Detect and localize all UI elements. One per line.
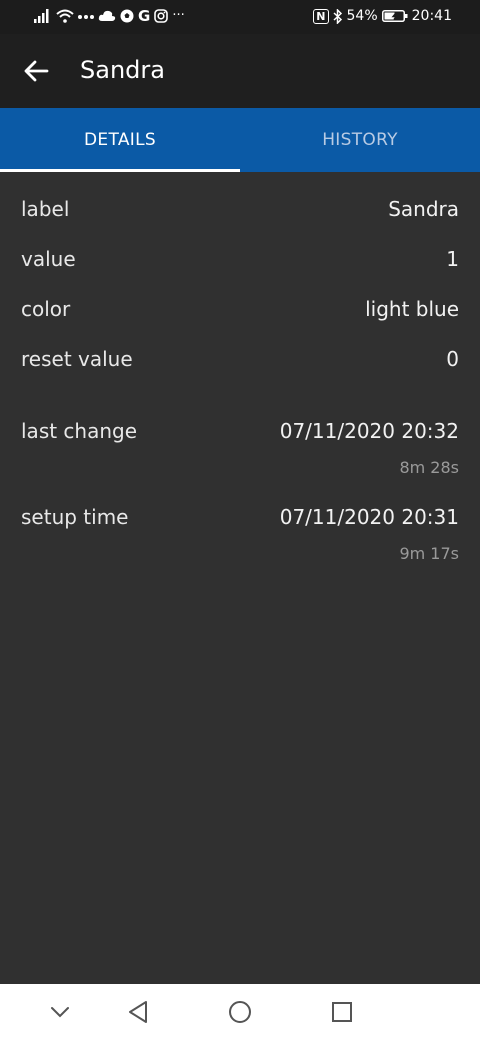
wifi-icon xyxy=(56,9,74,23)
signal-icon xyxy=(34,9,49,23)
detail-key: reset value xyxy=(21,347,133,371)
setup-time-elapsed: 9m 17s xyxy=(399,544,459,563)
detail-row-value: value 1 xyxy=(21,244,459,274)
detail-key: value xyxy=(21,247,76,271)
detail-row-setup-time: setup time 07/11/2020 20:31 xyxy=(21,502,459,532)
status-bar: G ··· N 54% 20:41 xyxy=(0,0,480,34)
tab-bar: DETAILS HISTORY xyxy=(0,108,480,172)
detail-value: 1 xyxy=(446,247,459,271)
more-icon: ··· xyxy=(172,8,185,23)
detail-key: label xyxy=(21,197,70,221)
dots-icon xyxy=(78,15,94,19)
clock: 20:41 xyxy=(411,8,452,24)
detail-key: color xyxy=(21,297,71,321)
instagram-icon xyxy=(154,9,169,23)
last-change-elapsed: 8m 28s xyxy=(399,458,459,477)
detail-value: 07/11/2020 20:31 xyxy=(279,505,459,529)
tab-history[interactable]: HISTORY xyxy=(240,108,480,172)
nav-back-button[interactable] xyxy=(118,992,158,1032)
soccer-icon xyxy=(120,9,134,23)
tab-indicator xyxy=(0,169,240,172)
nav-home-button[interactable] xyxy=(220,992,260,1032)
battery-percent: 54% xyxy=(346,8,378,24)
cloud-icon xyxy=(98,10,116,21)
app-bar: Sandra xyxy=(0,34,480,108)
tab-history-label: HISTORY xyxy=(322,130,398,150)
detail-row-reset-value: reset value 0 xyxy=(21,344,459,374)
circle-home-icon xyxy=(229,1001,251,1023)
page-title: Sandra xyxy=(80,56,165,84)
detail-row-last-change: last change 07/11/2020 20:32 xyxy=(21,416,459,446)
battery-icon xyxy=(381,10,408,22)
tab-details-label: DETAILS xyxy=(84,130,156,150)
detail-key: setup time xyxy=(21,505,129,529)
system-nav-bar xyxy=(0,984,480,1040)
nav-collapse-button[interactable] xyxy=(40,992,80,1032)
detail-value: light blue xyxy=(365,297,459,321)
status-bar-right: N 54% 20:41 xyxy=(313,8,452,24)
detail-value: Sandra xyxy=(388,197,459,221)
nav-recents-button[interactable] xyxy=(322,992,362,1032)
status-bar-left: G ··· xyxy=(34,8,185,24)
chevron-down-icon xyxy=(51,1007,69,1018)
bluetooth-icon xyxy=(333,8,342,24)
detail-value: 07/11/2020 20:32 xyxy=(279,419,459,443)
detail-row-label: label Sandra xyxy=(21,194,459,224)
nfc-icon: N xyxy=(313,8,329,24)
detail-row-color: color light blue xyxy=(21,294,459,324)
back-button[interactable] xyxy=(14,49,58,93)
tab-details[interactable]: DETAILS xyxy=(0,108,240,172)
detail-key: last change xyxy=(21,419,138,443)
google-icon: G xyxy=(138,7,151,25)
detail-value: 0 xyxy=(446,347,459,371)
triangle-back-icon xyxy=(129,1001,147,1023)
arrow-left-icon xyxy=(24,60,49,82)
square-recents-icon xyxy=(332,1002,352,1022)
